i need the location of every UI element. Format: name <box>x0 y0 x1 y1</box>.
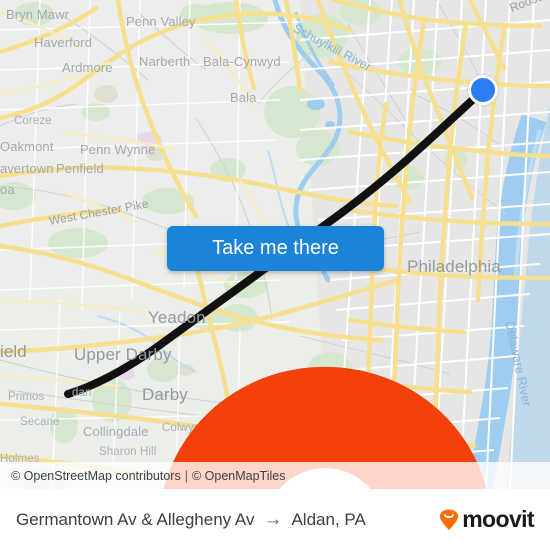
trip-footer: Germantown Av & Allegheny Av → Aldan, PA… <box>0 489 550 550</box>
origin-marker[interactable] <box>468 75 498 105</box>
take-me-there-button[interactable]: Take me there <box>167 226 384 271</box>
trip-summary: Germantown Av & Allegheny Av → Aldan, PA <box>16 510 366 530</box>
take-me-there-label: Take me there <box>212 237 339 259</box>
moovit-pin-icon <box>438 509 460 531</box>
moovit-wordmark: moovit <box>462 506 534 532</box>
attribution-tiles[interactable]: © OpenMapTiles <box>192 469 286 483</box>
trip-origin-label: Germantown Av & Allegheny Av <box>16 509 255 529</box>
moovit-logo[interactable]: moovit <box>438 506 535 532</box>
moovit-trip-map-screen: Bryn Mawr Penn Valley Haverford Narberth Bal… <box>0 0 550 550</box>
arrow-right-icon: → <box>263 509 283 530</box>
map-canvas[interactable]: Bryn Mawr Penn Valley Haverford Narberth Bal… <box>0 0 550 489</box>
attribution-osm[interactable]: © OpenStreetMap contributors <box>11 469 181 483</box>
map-attribution: © OpenStreetMap contributors | © OpenMap… <box>0 462 550 489</box>
attribution-separator: | <box>184 468 188 483</box>
destination-marker[interactable] <box>50 358 487 489</box>
trip-destination-label: Aldan, PA <box>291 509 366 529</box>
